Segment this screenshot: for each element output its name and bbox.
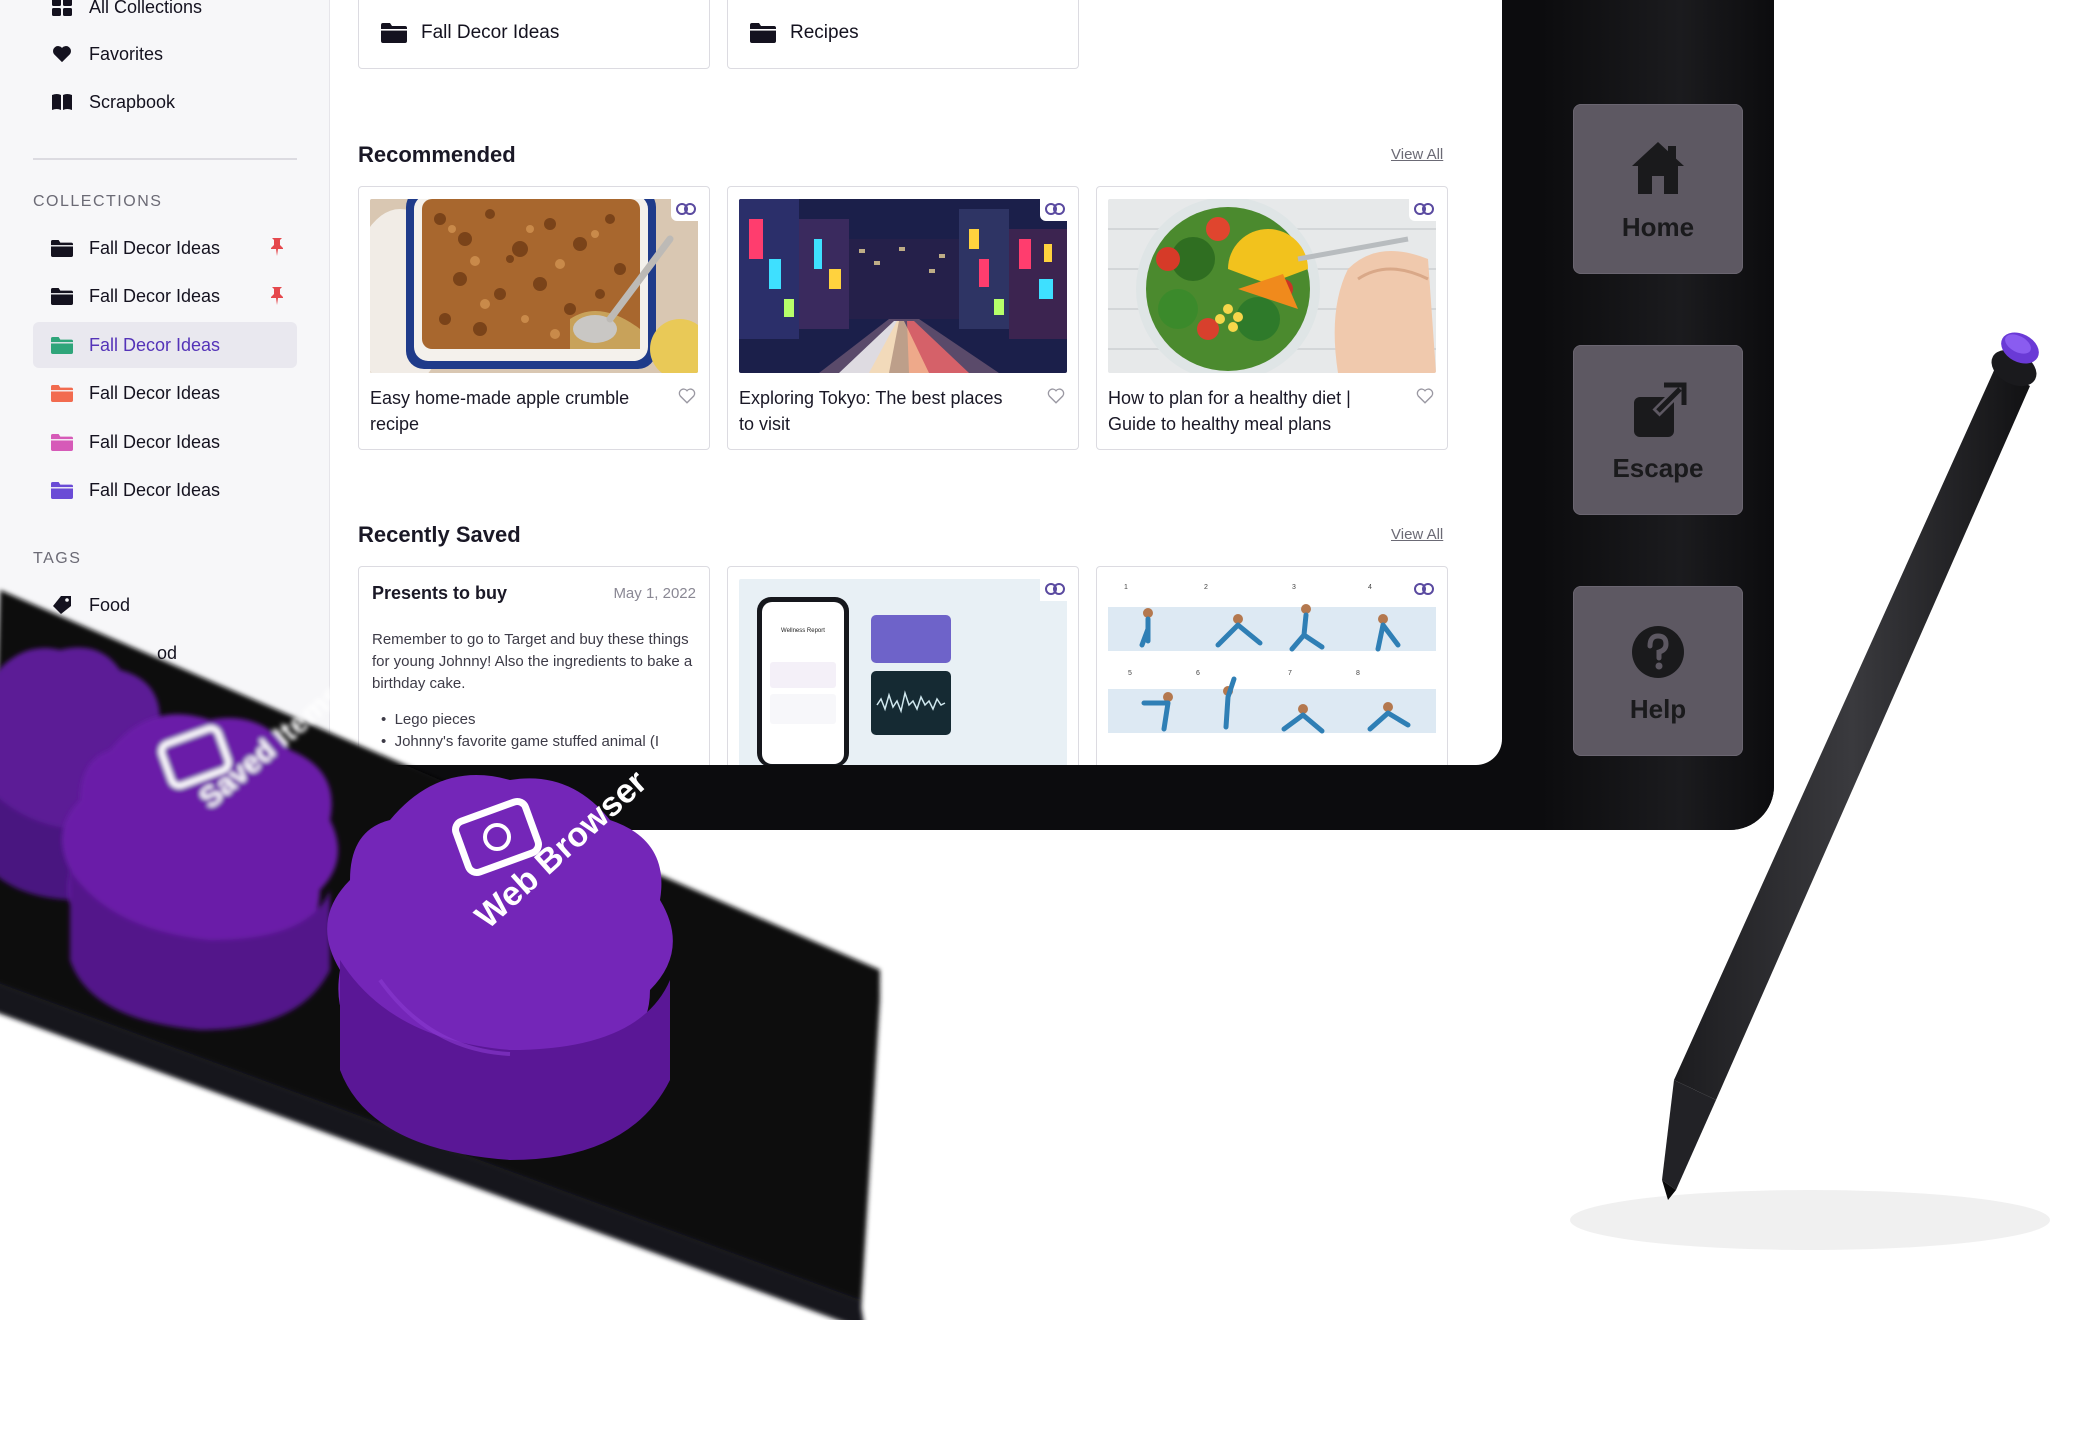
- pin-icon[interactable]: [269, 286, 285, 306]
- sidebar-item-label: Fall Decor Ideas: [89, 237, 221, 258]
- home-hardware-button[interactable]: Home: [1573, 104, 1743, 274]
- book-icon: [51, 93, 73, 111]
- folder-icon: [51, 336, 73, 354]
- pose-number: 3: [1292, 584, 1296, 591]
- folder-icon: [51, 288, 73, 306]
- favorite-heart-icon[interactable]: [1416, 387, 1434, 405]
- sidebar-item-label: Fall Decor Ideas: [89, 431, 221, 452]
- purple-knob-dock: Saved Items Web Browser: [0, 560, 910, 1330]
- card-thumbnail: [370, 199, 698, 373]
- folder-icon: [750, 22, 776, 43]
- pin-icon[interactable]: [269, 237, 285, 257]
- sidebar-item-label: Scrapbook: [89, 91, 176, 112]
- sidebar-item-label: Fall Decor Ideas: [89, 334, 221, 355]
- sidebar-item-label: Fall Decor Ideas: [89, 383, 221, 403]
- folder-label: Recipes: [790, 21, 859, 43]
- recently-saved-view-all-link[interactable]: View All: [1391, 526, 1443, 543]
- pose-number: 5: [1128, 670, 1132, 677]
- sidebar-item-label: Favorites: [89, 43, 164, 64]
- recommended-card[interactable]: How to plan for a healthy diet | Guide t…: [1096, 186, 1448, 450]
- sidebar-item-favorites[interactable]: Favorites: [33, 31, 297, 77]
- pose-number: 6: [1196, 670, 1200, 677]
- sidebar-item-scrapbook[interactable]: Scrapbook: [33, 79, 297, 125]
- pose-number: 1: [1124, 584, 1128, 591]
- folder-icon: [51, 482, 73, 500]
- recommended-title: Recommended: [358, 142, 516, 167]
- folder-label: Fall Decor Ideas: [421, 21, 560, 43]
- card-thumbnail: [1108, 199, 1436, 373]
- folder-card-recipes[interactable]: Recipes: [727, 0, 1079, 69]
- recommended-card[interactable]: Easy home-made apple crumble recipe: [358, 186, 710, 450]
- home-button-label: Home: [1621, 212, 1695, 242]
- collections-heading: COLLECTIONS: [33, 193, 163, 210]
- card-title: Exploring Tokyo: The best places to visi…: [739, 388, 1003, 434]
- pose-number: 8: [1356, 670, 1360, 677]
- link-icon[interactable]: [671, 197, 701, 221]
- sidebar-collection-item[interactable]: Fall Decor Ideas: [33, 225, 297, 271]
- sidebar-item-label: Fall Decor Ideas: [89, 286, 221, 306]
- recently-saved-title: Recently Saved: [358, 522, 521, 547]
- sidebar-collection-item[interactable]: Fall Decor Ideas: [33, 322, 297, 368]
- recommended-view-all-link[interactable]: View All: [1391, 146, 1443, 163]
- folder-icon: [381, 22, 407, 43]
- folder-icon: [51, 385, 73, 403]
- favorite-heart-icon[interactable]: [1047, 387, 1065, 405]
- folder-card-fall-decor[interactable]: Fall Decor Ideas: [358, 0, 710, 69]
- folder-icon: [51, 239, 73, 257]
- sidebar-item-all-collections[interactable]: All Collections: [33, 0, 297, 30]
- sidebar-collection-item[interactable]: Fall Decor Ideas: [33, 468, 297, 514]
- sidebar-collection-item[interactable]: Fall Decor Ideas: [33, 274, 297, 320]
- grid-icon: [51, 0, 73, 16]
- link-icon[interactable]: [1409, 197, 1439, 221]
- saved-card-yoga[interactable]: 1 2 3 4 5 6 7 8: [1096, 566, 1448, 765]
- card-thumbnail: 1 2 3 4 5 6 7 8: [1108, 579, 1436, 765]
- favorite-heart-icon[interactable]: [678, 387, 696, 405]
- sidebar-divider: [33, 158, 297, 160]
- sidebar-collection-item[interactable]: Fall Decor Ideas: [33, 371, 297, 417]
- sidebar-item-label: All Collections: [89, 0, 203, 17]
- folder-icon: [51, 433, 73, 451]
- pose-number: 2: [1204, 584, 1208, 591]
- link-icon[interactable]: [1040, 577, 1070, 601]
- card-title: How to plan for a healthy diet | Guide t…: [1108, 388, 1351, 434]
- recommended-card[interactable]: Exploring Tokyo: The best places to visi…: [727, 186, 1079, 450]
- card-title: Easy home-made apple crumble recipe: [370, 388, 630, 434]
- heart-icon: [51, 45, 73, 63]
- sidebar-collection-item[interactable]: Fall Decor Ideas: [33, 419, 297, 465]
- sidebar-item-label: Fall Decor Ideas: [89, 480, 221, 500]
- home-icon: [1628, 138, 1688, 200]
- pose-number: 4: [1368, 584, 1372, 591]
- pose-number: 7: [1288, 670, 1292, 677]
- link-icon[interactable]: [1040, 197, 1070, 221]
- card-thumbnail: [739, 199, 1067, 373]
- link-icon[interactable]: [1409, 577, 1439, 601]
- stylus-pen: [1510, 320, 2076, 1320]
